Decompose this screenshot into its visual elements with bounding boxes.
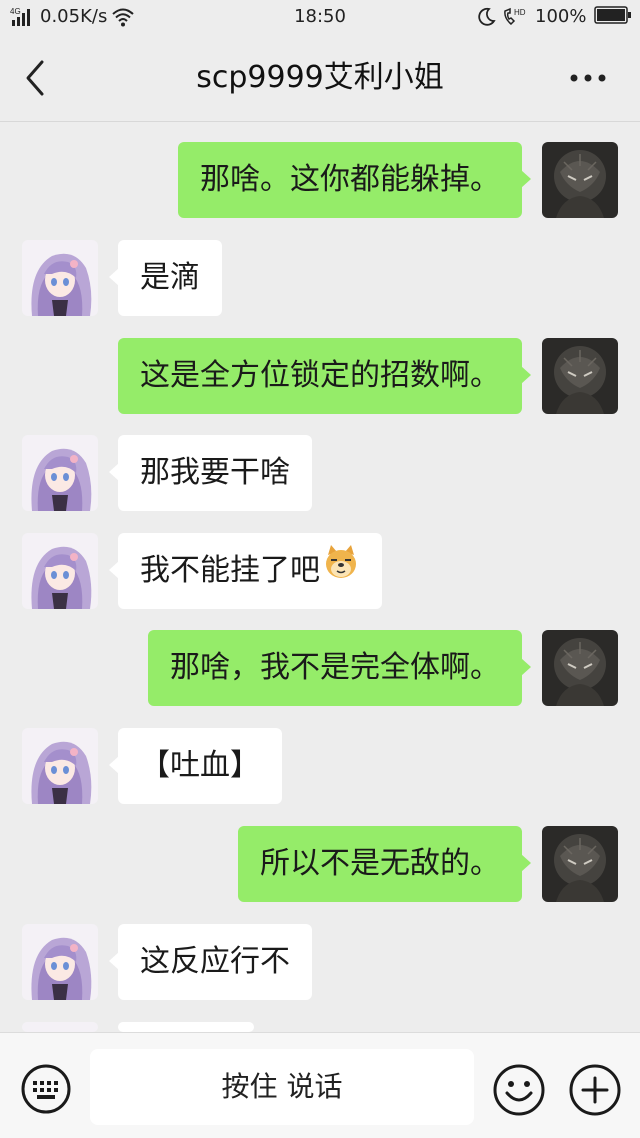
more-button[interactable] (560, 58, 616, 98)
back-button[interactable] (18, 54, 58, 102)
more-dots-icon (570, 74, 606, 82)
message-text: 是滴 (140, 260, 200, 295)
avatar-image (542, 142, 618, 218)
emoji-button[interactable] (492, 1063, 546, 1117)
avatar-image (22, 240, 98, 316)
chat-screen: 4G 0.05K/s 18:50 HD 100% scp9999艾利小姐 那啥。… (0, 0, 640, 1138)
avatar-image (542, 630, 618, 706)
keyboard-icon (21, 1064, 71, 1114)
avatar-contact[interactable] (22, 924, 98, 1000)
hd-call-icon: HD (502, 6, 528, 28)
message-bubble-incoming-partial (109, 1022, 254, 1068)
avatar-image (542, 338, 618, 414)
message-bubble-outgoing[interactable]: 所以不是无敌的。 (238, 826, 531, 902)
message-text: 【吐血】 (140, 748, 260, 783)
message-bubble-incoming[interactable]: 这反应行不 (109, 924, 312, 1000)
avatar-image (22, 924, 98, 1000)
svg-text:HD: HD (514, 8, 526, 17)
avatar-self[interactable] (542, 338, 618, 414)
avatar-contact[interactable] (22, 435, 98, 511)
message-bubble-incoming[interactable]: 是滴 (109, 240, 222, 316)
moon-icon (476, 6, 496, 28)
message-text: 这反应行不 (140, 944, 290, 979)
battery-level: 100% (535, 6, 587, 27)
hold-to-talk-button[interactable]: 按住 说话 (90, 1049, 474, 1125)
emoji-icon (493, 1064, 545, 1116)
message-bubble-incoming[interactable]: 我不能挂了吧 (109, 533, 382, 610)
avatar-image (22, 1022, 98, 1032)
chat-header: scp9999艾利小姐 (0, 34, 640, 122)
message-bubble-outgoing[interactable]: 那啥。这你都能躲掉。 (178, 142, 531, 218)
avatar-contact[interactable] (22, 728, 98, 804)
message-text: 所以不是无敌的。 (260, 846, 500, 881)
avatar-self[interactable] (542, 826, 618, 902)
message-bubble-outgoing[interactable]: 那啥，我不是完全体啊。 (148, 630, 531, 706)
avatar-image (542, 826, 618, 902)
avatar-image (22, 533, 98, 609)
more-functions-button[interactable] (568, 1063, 622, 1117)
chat-title: scp9999艾利小姐 (196, 60, 444, 95)
message-text: 这是全方位锁定的招数啊。 (140, 358, 500, 393)
avatar-contact[interactable] (22, 533, 98, 609)
message-bubble-outgoing[interactable]: 这是全方位锁定的招数啊。 (118, 338, 531, 414)
battery-icon (594, 6, 632, 24)
plus-icon (569, 1064, 621, 1116)
keyboard-toggle-button[interactable] (20, 1063, 72, 1115)
avatar-self[interactable] (542, 142, 618, 218)
avatar-self[interactable] (542, 630, 618, 706)
message-bubble-incoming[interactable]: 【吐血】 (109, 728, 282, 804)
doge-emoji-icon (322, 534, 360, 610)
avatar-image (22, 728, 98, 804)
input-bar: 按住 说话 (0, 1032, 640, 1138)
message-text: 我不能挂了吧 (140, 553, 320, 588)
message-text: 那我要干啥 (140, 455, 290, 490)
message-bubble-incoming[interactable]: 那我要干啥 (109, 435, 312, 511)
status-bar: 4G 0.05K/s 18:50 HD 100% (0, 0, 640, 34)
message-text: 那啥。这你都能躲掉。 (200, 162, 500, 197)
avatar-image (22, 435, 98, 511)
message-text: 那啥，我不是完全体啊。 (170, 650, 500, 685)
avatar-contact[interactable] (22, 1022, 98, 1032)
avatar-contact[interactable] (22, 240, 98, 316)
chevron-left-icon (26, 60, 44, 96)
